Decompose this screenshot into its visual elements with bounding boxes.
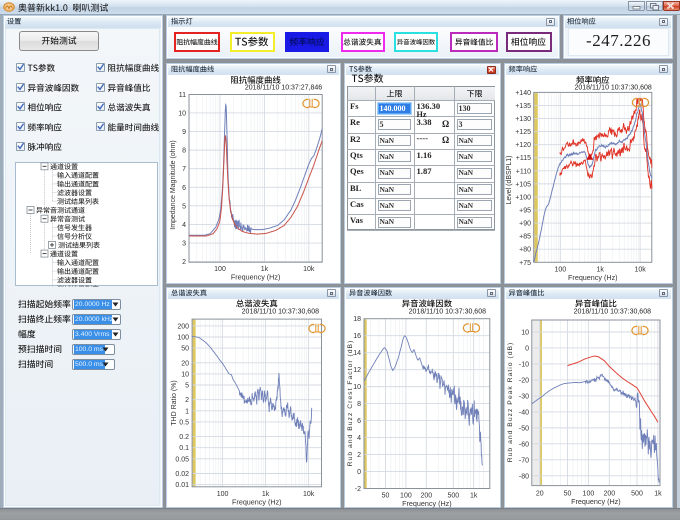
svg-text:0.01: 0.01 bbox=[175, 482, 189, 489]
svg-text:0.5: 0.5 bbox=[179, 419, 189, 426]
svg-text:-2: -2 bbox=[355, 486, 361, 493]
svg-text:8: 8 bbox=[182, 148, 186, 155]
svg-text:0: 0 bbox=[525, 346, 529, 353]
svg-text:+105: +105 bbox=[515, 181, 531, 188]
svg-text:10: 10 bbox=[521, 330, 529, 337]
svg-text:0: 0 bbox=[357, 469, 361, 476]
svg-text:18: 18 bbox=[353, 316, 361, 323]
svg-text:7: 7 bbox=[182, 166, 186, 173]
svg-text:10k: 10k bbox=[303, 491, 315, 498]
svg-text:10: 10 bbox=[181, 371, 189, 378]
svg-text:10k: 10k bbox=[303, 266, 315, 273]
svg-text:-70: -70 bbox=[519, 457, 529, 464]
svg-text:4: 4 bbox=[182, 222, 186, 229]
svg-text:+75: +75 bbox=[519, 260, 531, 267]
svg-text:Frequency (Hz): Frequency (Hz) bbox=[232, 497, 282, 506]
svg-text:Level (dBSPL1): Level (dBSPL1) bbox=[506, 155, 513, 204]
svg-text:6: 6 bbox=[357, 418, 361, 425]
svg-text:-30: -30 bbox=[519, 393, 529, 400]
svg-text:1k: 1k bbox=[654, 491, 662, 498]
svg-text:Rub and Buzz Crest Factor (dB): Rub and Buzz Crest Factor (dB) bbox=[347, 340, 354, 467]
svg-text:2: 2 bbox=[185, 397, 189, 404]
svg-text:100: 100 bbox=[554, 266, 566, 273]
svg-text:-20: -20 bbox=[519, 377, 529, 384]
svg-text:16: 16 bbox=[353, 333, 361, 340]
svg-text:10: 10 bbox=[178, 111, 186, 118]
svg-text:+95: +95 bbox=[519, 208, 531, 215]
svg-text:10k: 10k bbox=[634, 266, 646, 273]
svg-text:Rub and Buzz Peak Ratio (dB): Rub and Buzz Peak Ratio (dB) bbox=[507, 342, 514, 463]
svg-text:9: 9 bbox=[182, 129, 186, 136]
svg-text:2018/11/10 10:37:30,608: 2018/11/10 10:37:30,608 bbox=[574, 85, 651, 92]
svg-text:500: 500 bbox=[631, 491, 643, 498]
svg-text:20: 20 bbox=[536, 491, 544, 498]
svg-text:2018/11/10 10:37:30,608: 2018/11/10 10:37:30,608 bbox=[242, 309, 319, 316]
svg-text:+110: +110 bbox=[516, 168, 531, 175]
svg-text:3: 3 bbox=[182, 241, 186, 248]
svg-text:0.05: 0.05 bbox=[175, 456, 189, 463]
svg-text:+120: +120 bbox=[515, 142, 531, 149]
svg-text:-40: -40 bbox=[519, 409, 529, 416]
svg-text:4: 4 bbox=[357, 435, 361, 442]
svg-text:100: 100 bbox=[177, 335, 189, 342]
svg-text:2018/11/10 10:37:30,608: 2018/11/10 10:37:30,608 bbox=[409, 309, 486, 316]
svg-text:2018/11/10 10:37:27,846: 2018/11/10 10:37:27,846 bbox=[245, 85, 322, 92]
svg-text:50: 50 bbox=[181, 346, 189, 353]
svg-text:50: 50 bbox=[382, 493, 390, 500]
svg-text:-10: -10 bbox=[519, 362, 529, 369]
svg-text:0.2: 0.2 bbox=[179, 434, 189, 441]
svg-text:12: 12 bbox=[353, 367, 361, 374]
svg-text:8: 8 bbox=[357, 401, 361, 408]
svg-text:+90: +90 bbox=[519, 221, 531, 228]
svg-text:+80: +80 bbox=[519, 247, 531, 254]
svg-text:0.1: 0.1 bbox=[179, 445, 189, 452]
svg-text:20: 20 bbox=[181, 360, 189, 367]
svg-text:+135: +135 bbox=[515, 103, 531, 110]
svg-text:+140: +140 bbox=[515, 90, 531, 97]
svg-text:+125: +125 bbox=[515, 129, 531, 136]
svg-text:-50: -50 bbox=[519, 425, 529, 432]
svg-text:+85: +85 bbox=[519, 234, 531, 241]
svg-text:-80: -80 bbox=[519, 473, 529, 480]
svg-text:5: 5 bbox=[185, 383, 189, 390]
svg-text:-60: -60 bbox=[519, 441, 529, 448]
svg-text:14: 14 bbox=[353, 350, 361, 357]
svg-text:2018/11/10 10:37:30,608: 2018/11/10 10:37:30,608 bbox=[574, 309, 651, 316]
svg-text:2: 2 bbox=[357, 452, 361, 459]
svg-text:0.02: 0.02 bbox=[175, 471, 189, 478]
svg-text:10: 10 bbox=[353, 384, 361, 391]
svg-text:200: 200 bbox=[177, 323, 189, 330]
svg-text:1: 1 bbox=[185, 408, 189, 415]
svg-text:2: 2 bbox=[182, 259, 186, 266]
svg-text:1k: 1k bbox=[470, 493, 478, 500]
svg-text:100: 100 bbox=[214, 266, 226, 273]
svg-text:Frequency (Hz): Frequency (Hz) bbox=[568, 273, 618, 282]
svg-text:+115: +115 bbox=[516, 155, 531, 162]
svg-text:Frequency (Hz): Frequency (Hz) bbox=[571, 497, 621, 506]
svg-text:Frequency (Hz): Frequency (Hz) bbox=[402, 499, 452, 508]
svg-text:11: 11 bbox=[179, 92, 186, 99]
svg-text:Frequency (Hz): Frequency (Hz) bbox=[231, 273, 281, 282]
svg-text:100: 100 bbox=[217, 491, 229, 498]
svg-text:5: 5 bbox=[182, 203, 186, 210]
svg-text:+130: +130 bbox=[515, 116, 531, 123]
svg-text:THD Ratio (%): THD Ratio (%) bbox=[171, 380, 178, 426]
svg-text:6: 6 bbox=[182, 185, 186, 192]
svg-text:+100: +100 bbox=[515, 195, 531, 202]
svg-text:Impedance Magnitude (ohm): Impedance Magnitude (ohm) bbox=[170, 140, 177, 230]
